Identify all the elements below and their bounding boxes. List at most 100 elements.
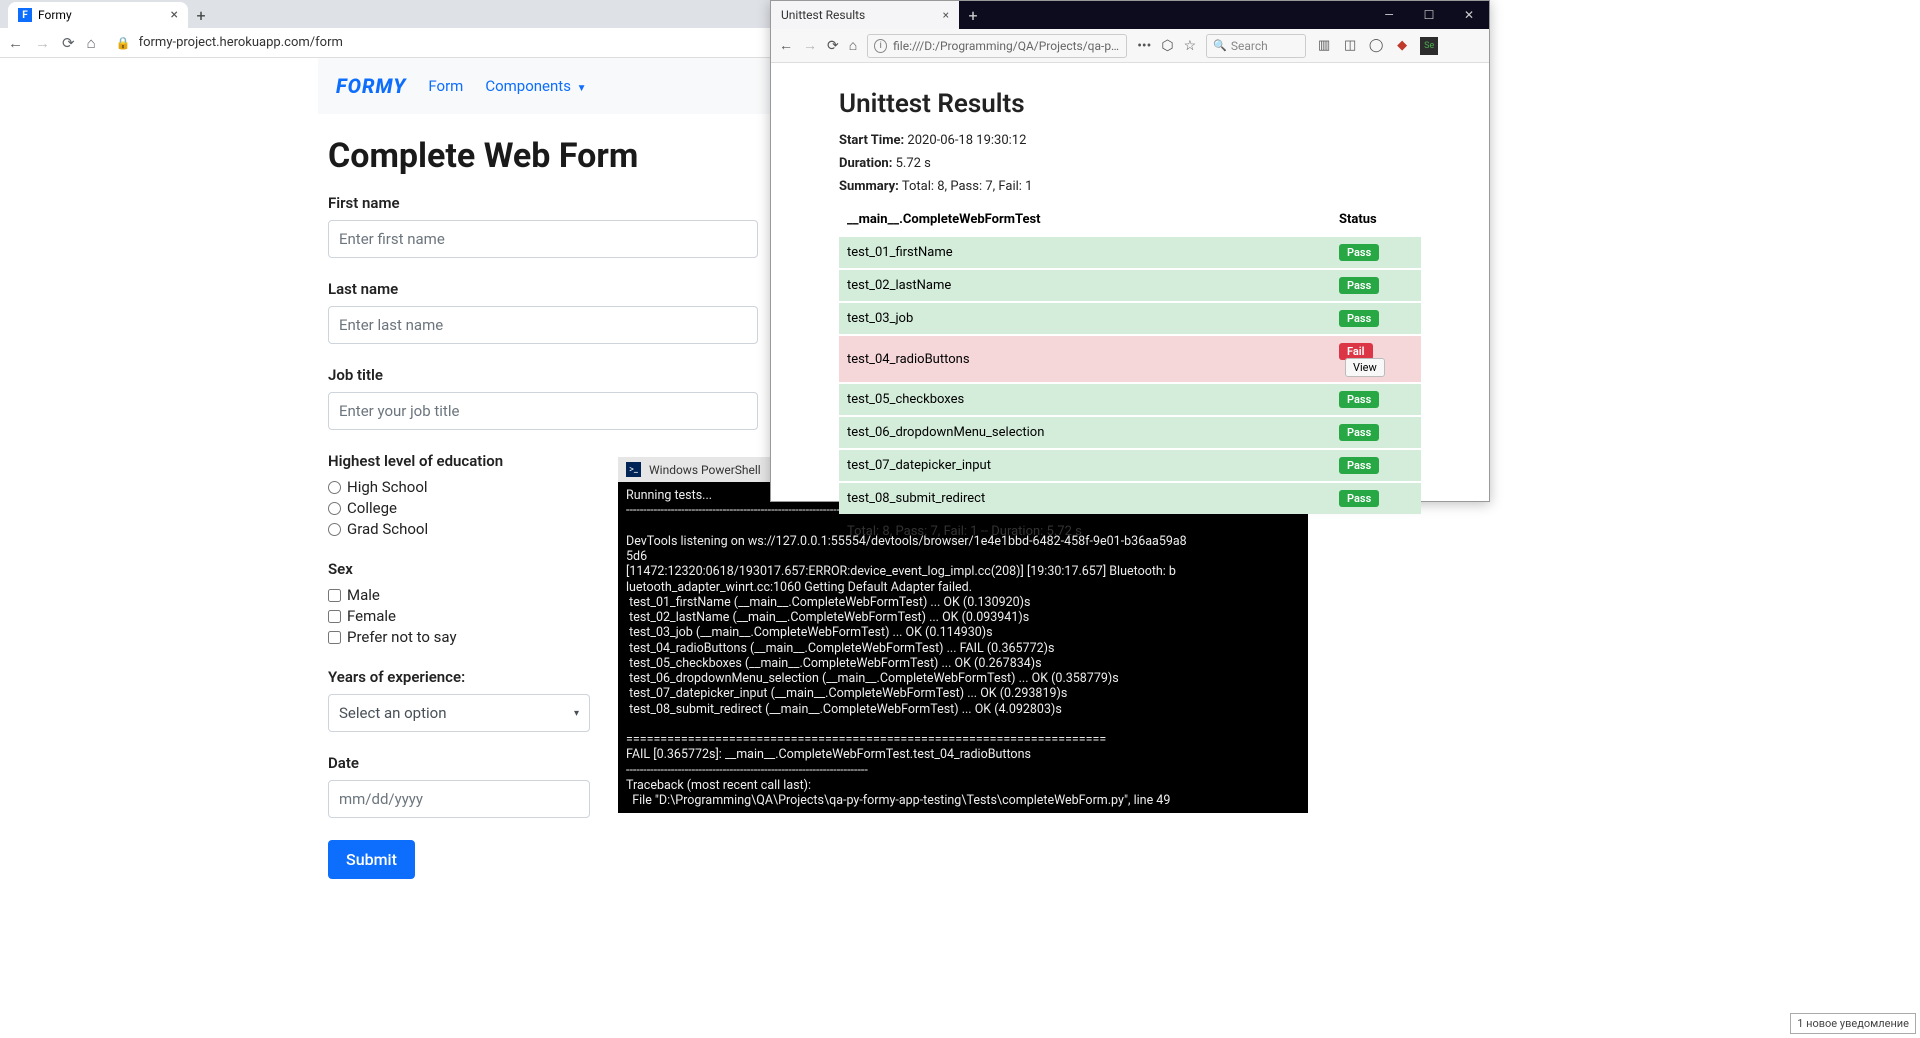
table-row[interactable]: test_08_submit_redirect Pass (839, 482, 1421, 514)
job-title-label: Job title (328, 366, 770, 384)
status-cell: Pass (1331, 383, 1421, 416)
nav-form-link[interactable]: Form (428, 77, 463, 95)
formy-favicon: F (18, 8, 32, 22)
table-footer: Total: 8, Pass: 7, Fail: 1 -- Duration: … (839, 514, 1421, 549)
formy-navbar: FORMY Form Components ▼ (318, 58, 770, 114)
firefox-titlebar: Unittest Results × + — ☐ ✕ (771, 1, 1489, 29)
nav-components-link[interactable]: Components ▼ (485, 77, 586, 95)
unittest-page: Unittest Results Start Time: 2020-06-18 … (771, 63, 1489, 559)
test-name: test_02_lastName (839, 269, 1331, 302)
back-icon[interactable]: ← (779, 37, 793, 54)
status-cell: Pass (1331, 416, 1421, 449)
url-bar[interactable]: 🔒 formy-project.herokuapp.com/form (108, 35, 762, 50)
last-name-label: Last name (328, 280, 770, 298)
reload-icon[interactable]: ⟳ (62, 34, 75, 52)
window-buttons: — ☐ ✕ (1369, 1, 1489, 29)
notification-toast[interactable]: 1 новое уведомление (1790, 1013, 1916, 1034)
lock-icon: 🔒 (116, 36, 131, 50)
chevron-down-icon: ▼ (577, 83, 587, 94)
status-cell: Pass (1331, 236, 1421, 269)
first-name-input[interactable]: Enter first name (328, 220, 758, 258)
radio-input[interactable] (328, 481, 341, 494)
table-row[interactable]: test_03_job Pass (839, 302, 1421, 335)
table-row[interactable]: test_06_dropdownMenu_selectionPass (839, 416, 1421, 449)
close-tab-icon[interactable]: × (171, 7, 178, 23)
chrome-toolbar: ← → ⟳ ⌂ 🔒 formy-project.herokuapp.com/fo… (0, 28, 770, 58)
table-row[interactable]: test_02_lastNamePass (839, 269, 1421, 302)
status-cell: Pass (1331, 269, 1421, 302)
toolbar-right-icons: ▥ ◫ ◯ ◆ Se (1316, 37, 1438, 55)
status-cell: FailView (1331, 335, 1421, 383)
test-name: test_08_submit_redirect (839, 482, 1331, 514)
status-badge: Pass (1339, 244, 1379, 261)
job-title-input[interactable]: Enter your job title (328, 392, 758, 430)
last-name-input[interactable]: Enter last name (328, 306, 758, 344)
chrome-tab[interactable]: F Formy × (8, 2, 188, 28)
search-icon: 🔍 (1213, 39, 1227, 52)
status-badge: Pass (1339, 424, 1379, 441)
maximize-icon[interactable]: ☐ (1409, 1, 1449, 29)
radio-input[interactable] (328, 523, 341, 536)
status-badge: Pass (1339, 310, 1379, 327)
status-cell: Pass (1331, 482, 1421, 514)
submit-button[interactable]: Submit (328, 840, 415, 879)
firefox-window: Unittest Results × + — ☐ ✕ ← → ⟳ ⌂ i fil… (770, 0, 1490, 502)
back-icon[interactable]: ← (8, 34, 23, 52)
table-row[interactable]: test_04_radioButtonsFailView (839, 335, 1421, 383)
account-icon[interactable]: ◯ (1368, 38, 1384, 54)
start-time-row: Start Time: 2020-06-18 19:30:12 (839, 133, 1421, 148)
close-tab-icon[interactable]: × (943, 8, 949, 22)
sidebar-icon[interactable]: ◫ (1342, 38, 1358, 54)
url-bar[interactable]: i file:///D:/Programming/QA/Projects/qa-… (867, 34, 1127, 58)
bookmark-star-icon[interactable]: ☆ (1184, 38, 1197, 54)
test-name: test_05_checkboxes (839, 383, 1331, 416)
home-icon[interactable]: ⌂ (87, 34, 96, 52)
test-name: test_07_datepicker_input (839, 449, 1331, 482)
results-table: __main__.CompleteWebFormTest Status test… (839, 204, 1421, 514)
radio-input[interactable] (328, 502, 341, 515)
ublock-icon[interactable]: ◆ (1394, 38, 1410, 54)
checkbox-input[interactable] (328, 631, 341, 644)
page-title: Complete Web Form (328, 136, 770, 176)
new-tab-button[interactable]: + (959, 1, 987, 29)
pocket-icon[interactable]: ⬡ (1161, 38, 1173, 54)
test-name: test_03_job (839, 302, 1331, 335)
forward-icon[interactable]: → (35, 34, 50, 52)
new-tab-button[interactable]: + (188, 2, 214, 28)
powershell-title: Windows PowerShell (649, 463, 761, 477)
status-badge: Pass (1339, 457, 1379, 474)
url-text: file:///D:/Programming/QA/Projects/qa-py… (893, 39, 1120, 53)
powershell-icon: >_ (626, 462, 641, 477)
status-cell: Pass (1331, 302, 1421, 335)
minimize-icon[interactable]: — (1369, 1, 1409, 29)
library-icon[interactable]: ▥ (1316, 38, 1332, 54)
suite-header: __main__.CompleteWebFormTest (839, 204, 1331, 236)
forward-icon[interactable]: → (803, 37, 817, 54)
date-input[interactable]: mm/dd/yyyy (328, 780, 590, 818)
url-text: formy-project.herokuapp.com/form (139, 35, 343, 50)
search-box[interactable]: 🔍 Search (1206, 34, 1306, 58)
brand-logo[interactable]: FORMY (336, 74, 406, 98)
checkbox-input[interactable] (328, 610, 341, 623)
table-row[interactable]: test_07_datepicker_input Pass (839, 449, 1421, 482)
test-name: test_04_radioButtons (839, 335, 1331, 383)
selenium-icon[interactable]: Se (1420, 37, 1438, 55)
status-header: Status (1331, 204, 1421, 236)
firefox-tab[interactable]: Unittest Results × (771, 1, 959, 29)
view-button[interactable]: View (1345, 358, 1385, 377)
years-select[interactable]: Select an option ▾ (328, 694, 590, 732)
home-icon[interactable]: ⌂ (849, 37, 857, 54)
status-badge: Pass (1339, 490, 1379, 507)
status-badge: Pass (1339, 391, 1379, 408)
unittest-title: Unittest Results (839, 89, 1421, 119)
status-cell: Pass (1331, 449, 1421, 482)
table-row[interactable]: test_01_firstNamePass (839, 236, 1421, 269)
checkbox-input[interactable] (328, 589, 341, 602)
table-header: __main__.CompleteWebFormTest Status (839, 204, 1421, 236)
reload-icon[interactable]: ⟳ (827, 38, 839, 54)
chrome-tabbar: F Formy × + (0, 0, 770, 28)
close-window-icon[interactable]: ✕ (1449, 1, 1489, 29)
more-icon[interactable]: ••• (1137, 38, 1151, 54)
tab-title: Formy (38, 8, 72, 22)
table-row[interactable]: test_05_checkboxes Pass (839, 383, 1421, 416)
